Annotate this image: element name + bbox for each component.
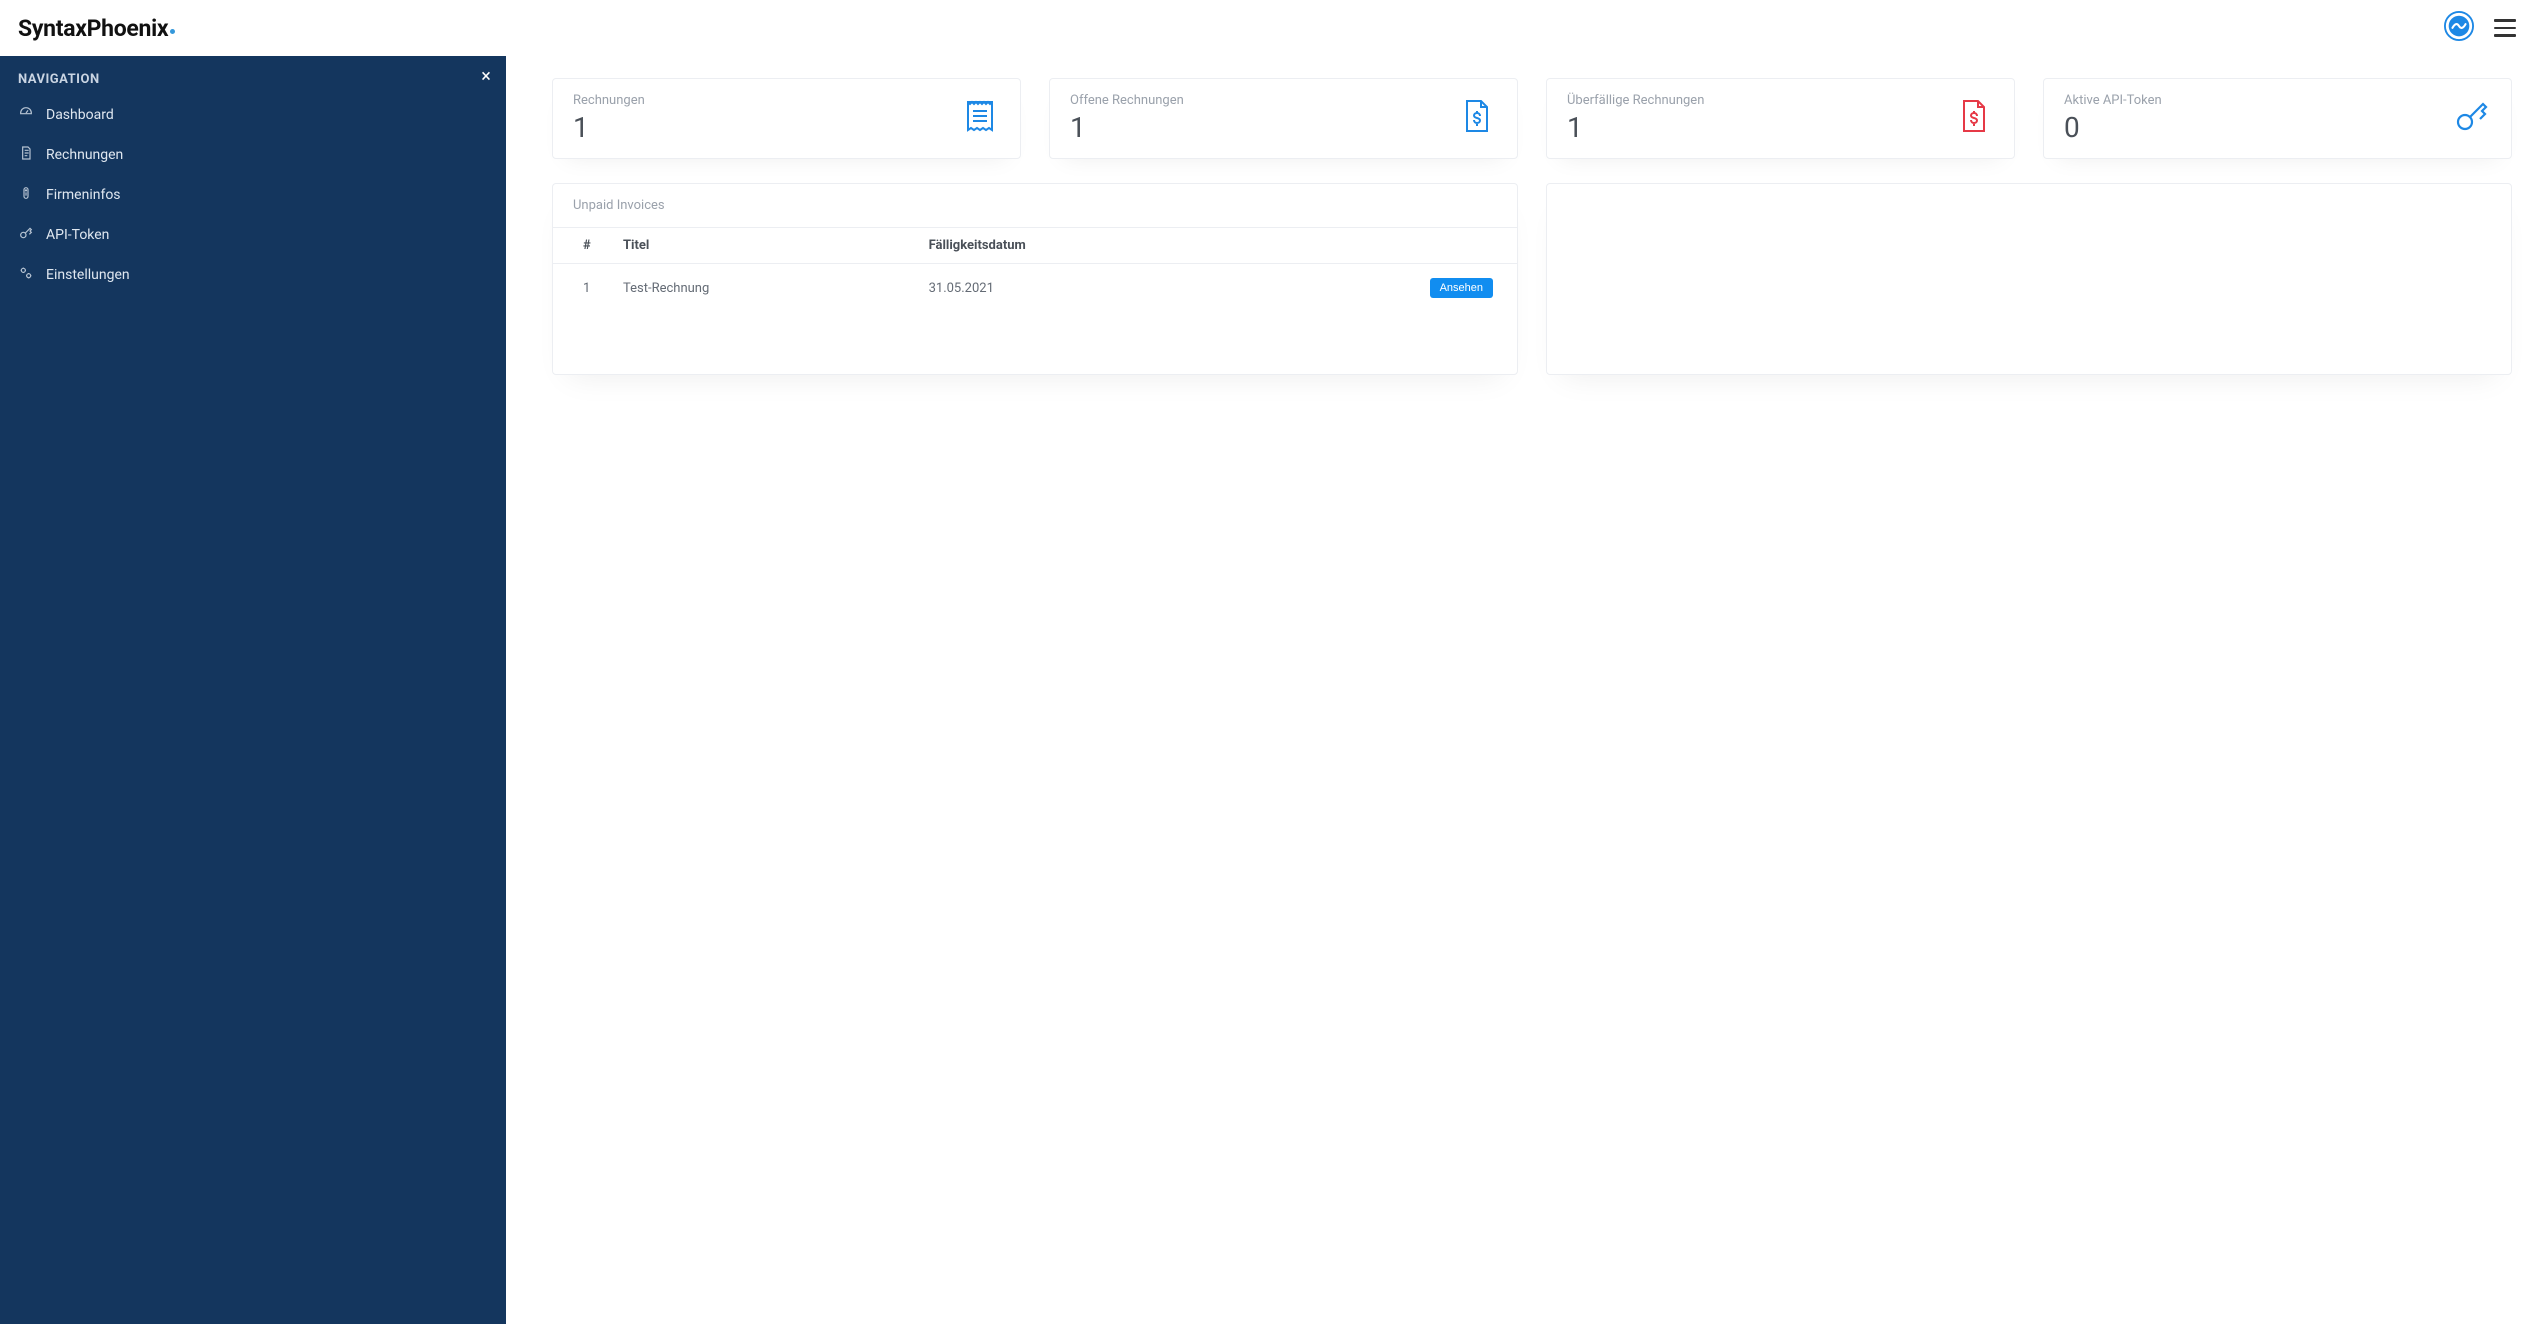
key-icon xyxy=(18,225,34,245)
key-icon xyxy=(2451,96,2491,140)
receipt-icon xyxy=(960,96,1000,140)
col-due: Fälligkeitsdatum xyxy=(929,228,1266,264)
col-title: Titel xyxy=(623,228,929,264)
gears-icon xyxy=(18,265,34,285)
stat-card-api-tokens: Aktive API-Token 0 xyxy=(2043,78,2512,159)
brand-dot-icon xyxy=(170,29,175,34)
nav-list: Dashboard Rechnungen Firmeninfos API-Tok… xyxy=(0,95,506,295)
cell-title: Test-Rechnung xyxy=(623,264,929,313)
view-button[interactable]: Ansehen xyxy=(1430,278,1493,298)
stat-label: Offene Rechnungen xyxy=(1070,93,1184,108)
sidebar-item-label: Dashboard xyxy=(46,107,114,123)
topbar: SyntaxPhoenix xyxy=(0,0,2536,56)
stat-label: Aktive API-Token xyxy=(2064,93,2162,108)
cell-due: 31.05.2021 xyxy=(929,264,1266,313)
sidebar-item-company[interactable]: Firmeninfos xyxy=(0,175,506,215)
menu-icon[interactable] xyxy=(2494,19,2516,37)
sidebar: × NAVIGATION Dashboard Rechnungen Firmen… xyxy=(0,56,506,1324)
col-num: # xyxy=(553,228,623,264)
invoice-dollar-icon xyxy=(1457,96,1497,140)
sidebar-item-label: Rechnungen xyxy=(46,147,123,163)
sidebar-item-dashboard[interactable]: Dashboard xyxy=(0,95,506,135)
stat-value: 1 xyxy=(1070,114,1184,142)
stat-card-invoices: Rechnungen 1 xyxy=(552,78,1021,159)
stat-label: Rechnungen xyxy=(573,93,645,108)
table-row: 1 Test-Rechnung 31.05.2021 Ansehen xyxy=(553,264,1517,313)
stat-card-open-invoices: Offene Rechnungen 1 xyxy=(1049,78,1518,159)
stat-card-overdue-invoices: Überfällige Rechnungen 1 xyxy=(1546,78,2015,159)
sidebar-item-label: Einstellungen xyxy=(46,267,130,283)
unpaid-invoices-table: # Titel Fälligkeitsdatum 1 Test-Rechnung… xyxy=(553,227,1517,312)
brand[interactable]: SyntaxPhoenix xyxy=(18,15,175,42)
sidebar-item-label: API-Token xyxy=(46,227,109,243)
stat-value: 1 xyxy=(573,114,645,142)
sidebar-item-invoices[interactable]: Rechnungen xyxy=(0,135,506,175)
second-row: Unpaid Invoices # Titel Fälligkeitsdatum… xyxy=(552,183,2512,375)
stats-row: Rechnungen 1 Offene Rechnungen 1 xyxy=(552,78,2512,159)
cell-num: 1 xyxy=(553,264,623,313)
col-action xyxy=(1266,228,1517,264)
panel-title: Unpaid Invoices xyxy=(553,184,1517,227)
main: Rechnungen 1 Offene Rechnungen 1 xyxy=(506,56,2536,1324)
unpaid-invoices-panel: Unpaid Invoices # Titel Fälligkeitsdatum… xyxy=(552,183,1518,375)
invoice-dollar-overdue-icon xyxy=(1954,96,1994,140)
empty-panel xyxy=(1546,183,2512,375)
sidebar-title: NAVIGATION xyxy=(0,56,506,95)
sidebar-item-label: Firmeninfos xyxy=(46,187,121,203)
close-icon[interactable]: × xyxy=(476,66,496,86)
brand-text: SyntaxPhoenix xyxy=(18,15,168,42)
phoenix-icon[interactable] xyxy=(2444,11,2474,45)
stat-value: 1 xyxy=(1567,114,1704,142)
document-icon xyxy=(18,145,34,165)
sidebar-item-settings[interactable]: Einstellungen xyxy=(0,255,506,295)
info-icon xyxy=(18,185,34,205)
sidebar-item-api-token[interactable]: API-Token xyxy=(0,215,506,255)
stat-value: 0 xyxy=(2064,114,2162,142)
stat-label: Überfällige Rechnungen xyxy=(1567,93,1704,108)
dashboard-icon xyxy=(18,105,34,125)
topbar-right xyxy=(2444,11,2516,45)
